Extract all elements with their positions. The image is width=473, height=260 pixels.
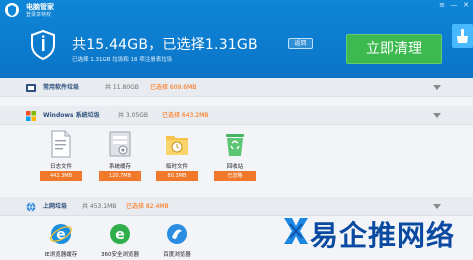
section-common-software[interactable]: 常用软件垃圾 共 11.80GB 已选择 609.6MB — [0, 78, 473, 97]
globe-icon — [26, 202, 36, 212]
item-size-badge[interactable]: 120.7MB — [99, 171, 141, 181]
item-size-badge[interactable]: 已忽略 — [214, 171, 256, 181]
item-label: IE浏览器缓存 — [44, 252, 78, 258]
item-temp-files[interactable]: 临时文件 80.3MB — [152, 130, 202, 184]
summary-text: 共15.44GB，已选择1.31GB — [72, 37, 258, 53]
summary-detail: 已选择 1.31GB 垃圾和 18 项注册表垃圾 — [72, 57, 173, 63]
ie-icon: e — [50, 224, 72, 244]
watermark-logo-icon — [284, 218, 308, 244]
baidu-browser-icon — [167, 224, 187, 244]
section-selected: 已选择 643.2MB — [162, 112, 209, 119]
item-ie-cache[interactable]: e IE浏览器缓存 — [36, 222, 86, 260]
item-label: 日志文件 — [49, 164, 72, 170]
back-button[interactable]: 返回 — [288, 38, 313, 49]
expand-arrow-icon[interactable] — [433, 204, 441, 209]
section-total: 共 453.1MB — [82, 203, 117, 210]
brush-icon — [457, 29, 468, 43]
temp-folder-icon — [166, 136, 188, 155]
shield-icon — [31, 30, 55, 60]
minimize-button[interactable]: — — [449, 1, 459, 10]
item-size-badge[interactable]: 80.3MB — [156, 171, 198, 181]
expand-arrow-icon[interactable] — [433, 113, 441, 118]
recycle-bin-icon — [226, 134, 244, 156]
side-panel-button[interactable] — [452, 24, 473, 48]
section-title: 上网垃圾 — [43, 203, 68, 210]
item-size-badge[interactable]: 442.3MB — [40, 171, 82, 181]
item-recycle-bin[interactable]: 回收站 已忽略 — [210, 130, 260, 184]
app-logo-icon — [5, 3, 19, 17]
section-selected: 已选择 82.4MB — [126, 203, 169, 210]
menu-button[interactable]: ≡ — [437, 1, 447, 10]
item-system-cache[interactable]: 系统缓存 120.7MB — [95, 130, 145, 184]
watermark-text: 易企推网络 — [310, 219, 456, 252]
item-360-browser[interactable]: e 360安全浏览器 — [95, 222, 145, 260]
section-title: Windows 系统垃圾 — [43, 112, 100, 119]
clean-now-button[interactable]: 立即清理 — [346, 34, 442, 64]
item-log-files[interactable]: 日志文件 442.3MB — [36, 130, 86, 184]
item-label: 回收站 — [226, 164, 244, 170]
watermark: 易企推网络 — [282, 212, 472, 252]
browser-360-icon: e — [110, 224, 130, 244]
windows-icon — [26, 111, 36, 121]
expand-arrow-icon[interactable] — [433, 85, 441, 90]
header: 电脑管家 登录享特权 ≡ — ✕ 共15.44GB，已选择1.31GB 返回 已… — [0, 0, 473, 78]
close-button[interactable]: ✕ — [461, 1, 471, 10]
section-selected: 已选择 609.6MB — [150, 84, 197, 91]
item-label: 百度浏览器 — [163, 252, 191, 258]
section-total: 共 11.80GB — [105, 84, 139, 91]
software-icon — [26, 84, 36, 92]
item-label: 系统缓存 — [108, 164, 131, 170]
section-total: 共 3.05GB — [118, 112, 149, 119]
item-label: 360安全浏览器 — [101, 252, 139, 258]
item-label: 临时文件 — [165, 164, 188, 170]
svg-text:e: e — [115, 227, 125, 243]
document-icon — [51, 130, 71, 158]
login-link[interactable]: 登录享特权 — [26, 11, 51, 18]
section-title: 常用软件垃圾 — [43, 84, 80, 91]
section-windows-system[interactable]: Windows 系统垃圾 共 3.05GB 已选择 643.2MB — [0, 106, 473, 125]
window-controls: ≡ — ✕ — [437, 1, 471, 10]
item-baidu-browser[interactable]: 百度浏览器 — [152, 222, 202, 260]
system-cache-icon — [109, 131, 131, 157]
